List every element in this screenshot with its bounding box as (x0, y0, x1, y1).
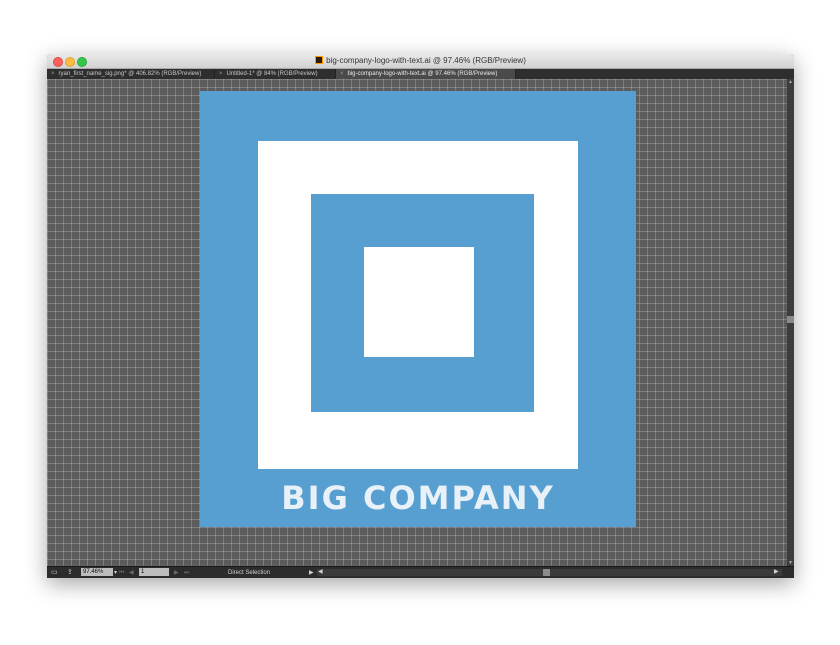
horizontal-scroll-thumb[interactable] (543, 569, 550, 576)
document-canvas[interactable]: BIG COMPANY (47, 79, 787, 566)
scroll-up-arrow-icon[interactable]: ▲ (788, 79, 793, 85)
window-title: big-company-logo-with-text.ai @ 97.46% (… (326, 56, 526, 65)
tab-label: big-company-logo-with-text.ai @ 97.46% (… (347, 71, 498, 77)
tab-label: Untitled-1* @ 84% (RGB/Preview) (226, 71, 318, 77)
app-window: big-company-logo-with-text.ai @ 97.46% (… (47, 54, 794, 578)
previous-artboard-icon[interactable]: ◀ (129, 569, 134, 577)
scroll-left-arrow-icon[interactable]: ◀ (318, 569, 323, 577)
tab-big-company-logo[interactable]: × big-company-logo-with-text.ai @ 97.46% … (336, 69, 516, 79)
current-tool-label[interactable]: Direct Selection (228, 569, 270, 577)
artboard-number-value: 1 (141, 569, 145, 575)
logo-middle-square[interactable] (311, 194, 534, 412)
share-icon[interactable]: ⇪ (67, 569, 73, 577)
artboard-number-field[interactable]: 1 (139, 568, 169, 576)
artboard[interactable]: BIG COMPANY (200, 91, 636, 527)
gpu-preview-icon[interactable]: ▭ (51, 569, 58, 577)
illustrator-file-icon (315, 56, 324, 64)
zoom-dropdown-icon[interactable]: ▾ (114, 569, 117, 577)
next-artboard-icon[interactable]: ▶ (174, 569, 179, 577)
title-bar[interactable]: big-company-logo-with-text.ai @ 97.46% (… (47, 54, 794, 69)
tab-label: ryan_first_name_sig.png* @ 406.82% (RGB/… (58, 71, 202, 77)
tab-ryan-first-name-sig[interactable]: × ryan_first_name_sig.png* @ 406.82% (RGB… (47, 69, 215, 79)
zoom-level-value: 97.46% (83, 569, 104, 575)
horizontal-scrollbar[interactable]: ◀ ▶ (317, 569, 782, 576)
tab-close-icon[interactable]: × (219, 71, 223, 77)
status-bar: ▭ ⇪ 97.46% ▾ ⏮ ◀ 1 ▶ ⏭ Direct Selection … (47, 566, 794, 578)
first-artboard-icon[interactable]: ⏮ (119, 569, 124, 577)
document-tab-bar: × ryan_first_name_sig.png* @ 406.82% (RGB… (47, 69, 794, 79)
tab-close-icon[interactable]: × (340, 71, 344, 77)
logo-outer-square[interactable] (258, 141, 578, 469)
scroll-right-arrow-icon[interactable]: ▶ (774, 569, 779, 577)
logo-inner-square[interactable] (364, 247, 474, 357)
last-artboard-icon[interactable]: ⏭ (184, 569, 189, 577)
logo-text[interactable]: BIG COMPANY (200, 479, 636, 517)
window-title-wrap: big-company-logo-with-text.ai @ 97.46% (… (47, 55, 794, 67)
status-menu-arrow-icon[interactable]: ▶ (309, 569, 314, 577)
tab-untitled-1[interactable]: × Untitled-1* @ 84% (RGB/Preview) (215, 69, 336, 79)
tab-close-icon[interactable]: × (51, 71, 55, 77)
zoom-level-field[interactable]: 97.46% (81, 568, 113, 576)
vertical-scroll-thumb[interactable] (787, 316, 794, 323)
vertical-scrollbar[interactable]: ▲ ▼ (787, 79, 794, 566)
